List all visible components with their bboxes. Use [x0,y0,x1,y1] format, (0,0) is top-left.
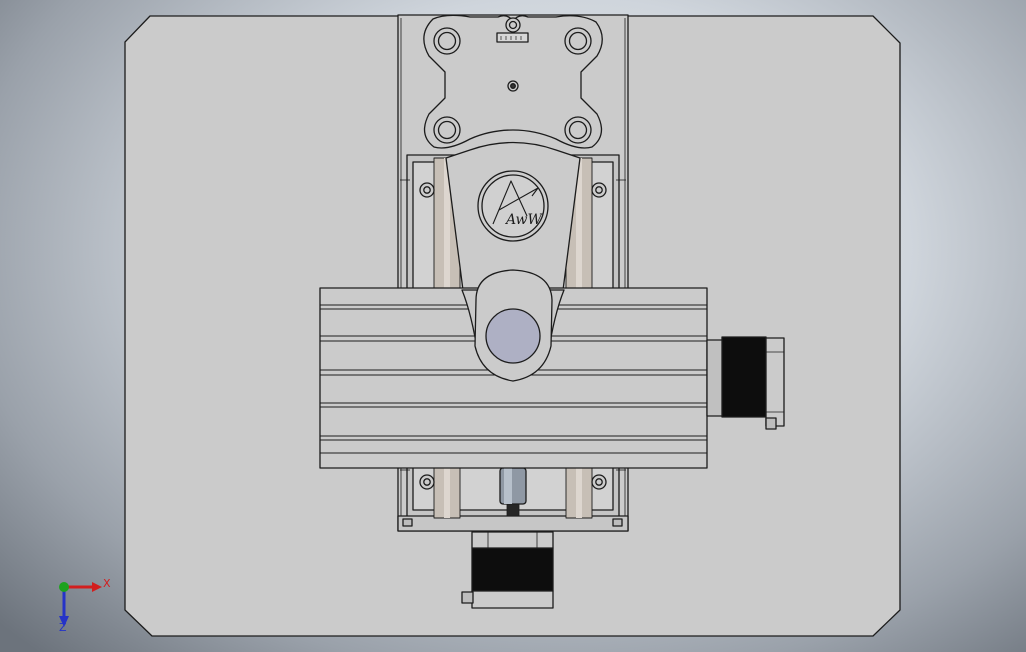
triad-y-axis [59,582,69,592]
triad-x-label: X [103,577,111,590]
bottom-end-plate [397,515,629,532]
shaft-coupler [499,467,527,505]
cad-model-top-view[interactable]: AwW [0,0,1026,652]
y-stepper-motor [471,547,554,592]
connector-header [496,32,529,43]
logo-text: AwW [504,212,543,228]
graphics-viewport[interactable]: AwW X Z [0,0,1026,652]
triad-z-label: Z [59,621,67,634]
spindle-window [485,308,541,364]
x-stepper-motor [721,336,767,418]
